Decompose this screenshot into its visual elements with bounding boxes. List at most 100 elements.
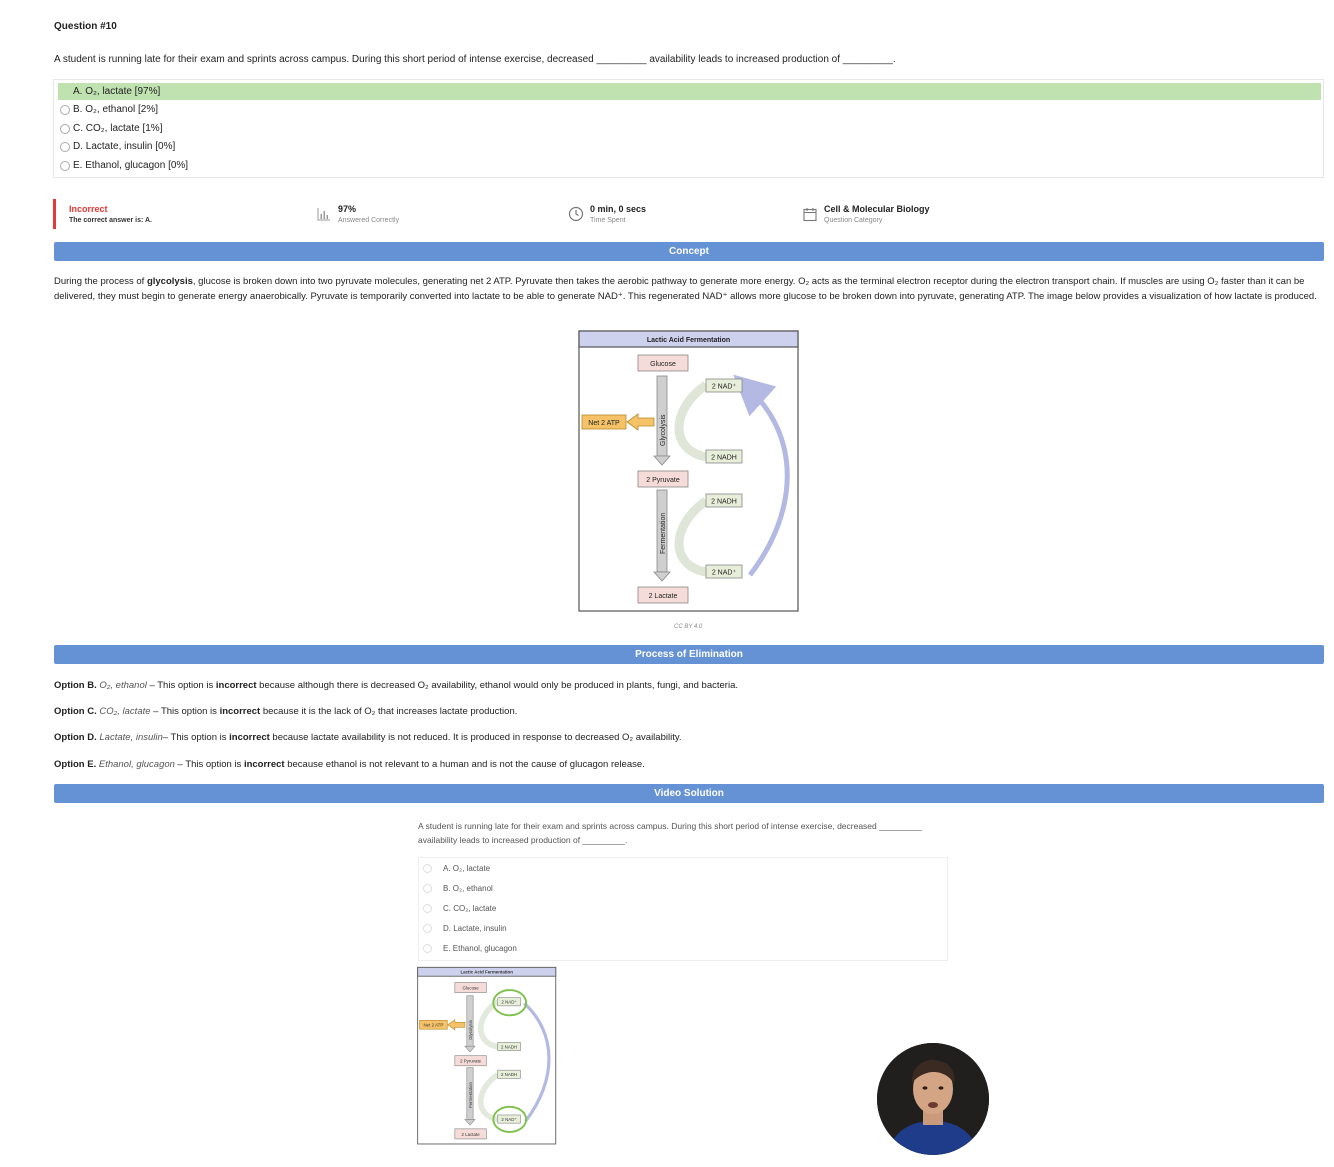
- video-choices: A. O₂, lactate B. O₂, ethanol C. CO₂, la…: [418, 857, 948, 961]
- diagram-title: Lactic Acid Fermentation: [647, 337, 730, 344]
- video-lactate-label: 2 Lactate: [462, 1132, 481, 1137]
- video-choice-label: C. CO₂, lactate: [443, 904, 497, 913]
- video-glucose-label: Glucose: [463, 985, 480, 990]
- percent-label: Answered Correctly: [338, 217, 400, 224]
- choice-e[interactable]: E. Ethanol, glucagon [0%]: [58, 157, 1321, 174]
- option-answer: Ethanol, glucagon: [98, 759, 175, 770]
- concept-text-1: During the process of: [54, 276, 147, 287]
- lactate-label: 2 Lactate: [649, 593, 678, 600]
- option-reason: because it is the lack of O₂ that increa…: [260, 706, 518, 717]
- radio-icon: [423, 904, 432, 913]
- percent-value: 97%: [338, 204, 357, 214]
- concept-header: Concept: [54, 242, 1324, 261]
- question-text: A student is running late for their exam…: [54, 54, 896, 65]
- elimination-option-b: Option B. O₂, ethanol – This option is i…: [54, 680, 738, 691]
- video-atp-label: Net 2 ATP: [424, 1023, 444, 1028]
- elimination-option-d: Option D. Lactate, insulin– This option …: [54, 732, 682, 743]
- video-glycolysis-label: Glycolysis: [468, 1019, 473, 1040]
- video-nad-top: 2 NAD⁺: [501, 1000, 516, 1005]
- image-credit: CC BY 4.0: [674, 624, 703, 630]
- video-diagram: Lactic Acid Fermentation Glycolysis Ferm…: [417, 966, 557, 1145]
- net-atp-label: Net 2 ATP: [588, 420, 620, 427]
- video-choice-label: D. Lactate, insulin: [443, 924, 507, 933]
- radio-icon[interactable]: [60, 104, 70, 115]
- option-label: Option C.: [54, 706, 97, 717]
- presenter-icon: [877, 1043, 989, 1155]
- category-label: Question Category: [824, 217, 883, 224]
- choice-b[interactable]: B. O₂, ethanol [2%]: [58, 101, 1321, 118]
- video-fermentation-label: Fermentation: [468, 1082, 473, 1109]
- result-text: Incorrect: [69, 204, 108, 214]
- presenter-avatar: [877, 1043, 989, 1155]
- correct-answer-text: The correct answer is: A.: [69, 217, 152, 224]
- time-stat: 0 min, 0 secs Time Spent: [568, 199, 646, 229]
- video-choice-e: E. Ethanol, glucagon: [423, 944, 517, 953]
- video-question-text: A student is running late for their exam…: [418, 821, 922, 845]
- choice-label: B. O₂, ethanol [2%]: [73, 104, 159, 115]
- category-stat: Cell & Molecular Biology Question Catego…: [802, 199, 930, 229]
- option-text: – This option is: [146, 680, 216, 691]
- option-answer: CO₂, lactate: [99, 706, 151, 717]
- radio-icon: [423, 884, 432, 893]
- calendar-icon: [803, 208, 817, 222]
- elimination-header: Process of Elimination: [54, 645, 1324, 664]
- result-status: Incorrect The correct answer is: A.: [53, 199, 152, 229]
- glycolysis-term: glycolysis: [146, 276, 193, 287]
- category-value: Cell & Molecular Biology: [824, 204, 930, 214]
- option-text: – This option is: [174, 759, 244, 770]
- video-nad-bottom: 2 NAD⁺: [501, 1117, 516, 1122]
- video-choice-b: B. O₂, ethanol: [423, 884, 493, 893]
- incorrect-word: incorrect: [229, 732, 270, 743]
- choice-d[interactable]: D. Lactate, insulin [0%]: [58, 138, 1321, 155]
- video-nadh-2: 2 NADH: [501, 1072, 517, 1077]
- glucose-label: Glucose: [650, 361, 676, 368]
- video-choice-d: D. Lactate, insulin: [423, 924, 507, 933]
- radio-icon: [423, 924, 432, 933]
- option-text: – This option is: [162, 732, 230, 743]
- radio-icon: [423, 864, 432, 873]
- nadh-label-2: 2 NADH: [711, 499, 737, 506]
- video-header: Video Solution: [54, 784, 1324, 803]
- fermentation-label: Fermentation: [660, 513, 667, 554]
- percent-stat: 97% Answered Correctly: [316, 199, 399, 229]
- choice-c[interactable]: C. CO₂, lactate [1%]: [58, 120, 1321, 137]
- video-choice-label: A. O₂, lactate: [443, 864, 491, 873]
- nad-bottom-label: 2 NAD⁺: [712, 570, 737, 577]
- choice-a[interactable]: A. O₂, lactate [97%]: [58, 83, 1321, 100]
- option-answer: O₂, ethanol: [99, 680, 147, 691]
- option-label: Option B.: [54, 680, 97, 691]
- result-stats: Incorrect The correct answer is: A. 97% …: [53, 199, 1324, 229]
- radio-icon[interactable]: [60, 123, 70, 134]
- video-pyruvate-label: 2 Pyruvate: [460, 1059, 482, 1064]
- choice-label: D. Lactate, insulin [0%]: [73, 141, 176, 152]
- elimination-option-c: Option C. CO₂, lactate – This option is …: [54, 706, 517, 717]
- pyruvate-label: 2 Pyruvate: [646, 477, 680, 484]
- option-label: Option E.: [54, 759, 97, 770]
- choice-label: A. O₂, lactate [97%]: [73, 86, 161, 97]
- radio-icon[interactable]: [60, 141, 70, 152]
- lactic-acid-diagram: Lactic Acid Fermentation Glycolysis Ferm…: [578, 330, 799, 612]
- glycolysis-label: Glycolysis: [660, 414, 667, 446]
- incorrect-word: incorrect: [219, 706, 261, 717]
- answer-choices: A. O₂, lactate [97%] B. O₂, ethanol [2%]…: [53, 79, 1324, 178]
- incorrect-word: incorrect: [243, 759, 285, 770]
- video-diagram-title: Lactic Acid Fermentation: [460, 970, 513, 975]
- radio-icon: [423, 944, 432, 953]
- video-choice-c: C. CO₂, lactate: [423, 904, 496, 913]
- video-nadh-1: 2 NADH: [501, 1044, 517, 1049]
- time-value: 0 min, 0 secs: [590, 204, 647, 214]
- nadh-label-1: 2 NADH: [711, 455, 737, 462]
- incorrect-word: incorrect: [215, 680, 257, 691]
- choice-label: E. Ethanol, glucagon [0%]: [73, 160, 189, 171]
- time-label: Time Spent: [590, 217, 626, 224]
- video-choice-label: E. Ethanol, glucagon: [443, 944, 517, 953]
- choice-label: C. CO₂, lactate [1%]: [73, 123, 163, 134]
- concept-paragraph: During the process of glycolysis, glucos…: [54, 275, 1326, 304]
- clock-icon: [568, 206, 584, 222]
- incorrect-indicator: [53, 199, 56, 229]
- concept-text-2: , glucose is broken down into two pyruva…: [54, 276, 1317, 302]
- option-reason: because lactate availability is not redu…: [269, 732, 682, 743]
- option-answer: Lactate, insulin: [99, 732, 163, 743]
- elimination-option-e: Option E. Ethanol, glucagon – This optio…: [54, 759, 645, 770]
- radio-icon[interactable]: [60, 160, 70, 171]
